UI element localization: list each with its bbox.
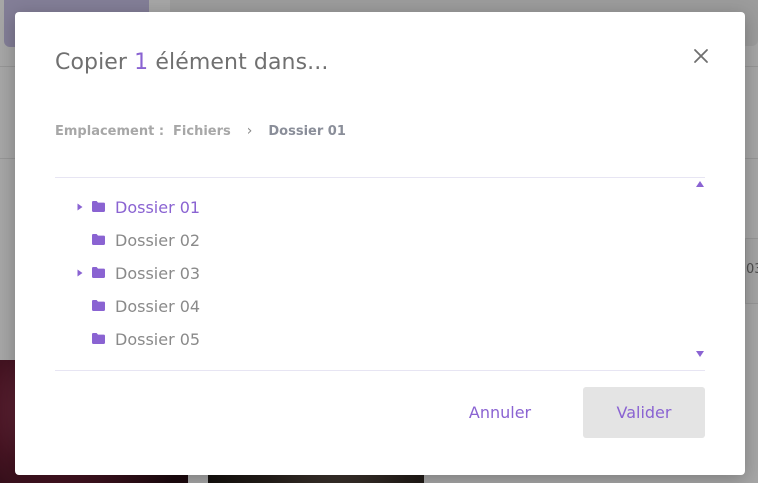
triangle-up-icon — [696, 181, 704, 187]
folder-label: Dossier 03 — [115, 264, 201, 283]
breadcrumb-label: Emplacement : — [55, 123, 165, 139]
cancel-button[interactable]: Annuler — [455, 388, 545, 436]
title-prefix: Copier — [55, 50, 135, 75]
close-button[interactable] — [690, 45, 712, 67]
close-icon — [694, 49, 708, 63]
folder-row-dossier-05[interactable]: Dossier 05 — [55, 326, 455, 352]
folder-tree[interactable]: Dossier 01 Dossier 02 Dossier 03 Dossier… — [55, 177, 705, 371]
caret-right-icon[interactable] — [76, 203, 84, 211]
validate-button[interactable]: Valider — [583, 387, 705, 438]
caret-right-icon[interactable] — [76, 269, 84, 277]
scroll-down-button[interactable] — [696, 350, 704, 358]
folder-icon — [92, 201, 105, 212]
title-suffix: élément dans... — [148, 50, 329, 75]
folder-label: Dossier 04 — [115, 297, 201, 316]
folder-label: Dossier 02 — [115, 231, 201, 250]
dialog-title: Copier 1 élément dans... — [55, 50, 328, 75]
breadcrumb-item-fichiers[interactable]: Fichiers — [173, 124, 231, 139]
folder-label: Dossier 05 — [115, 330, 201, 349]
folder-row-dossier-02[interactable]: Dossier 02 — [55, 227, 455, 253]
item-count: 1 — [134, 50, 149, 75]
folder-row-dossier-01[interactable]: Dossier 01 — [55, 194, 455, 220]
copy-dialog: Copier 1 élément dans... Emplacement : F… — [15, 12, 745, 475]
folder-icon — [92, 234, 105, 245]
triangle-down-icon — [696, 351, 704, 357]
breadcrumb-item-current: Dossier 01 — [268, 123, 346, 139]
folder-label: Dossier 01 — [115, 198, 201, 217]
folder-row-dossier-03[interactable]: Dossier 03 — [55, 260, 455, 286]
folder-row-dossier-04[interactable]: Dossier 04 — [55, 293, 455, 319]
folder-icon — [92, 333, 105, 344]
chevron-right-icon: › — [246, 123, 253, 139]
folder-icon — [92, 300, 105, 311]
folder-icon — [92, 267, 105, 278]
scroll-up-button[interactable] — [696, 180, 704, 188]
breadcrumb: Emplacement : Fichiers › Dossier 01 — [55, 123, 346, 139]
